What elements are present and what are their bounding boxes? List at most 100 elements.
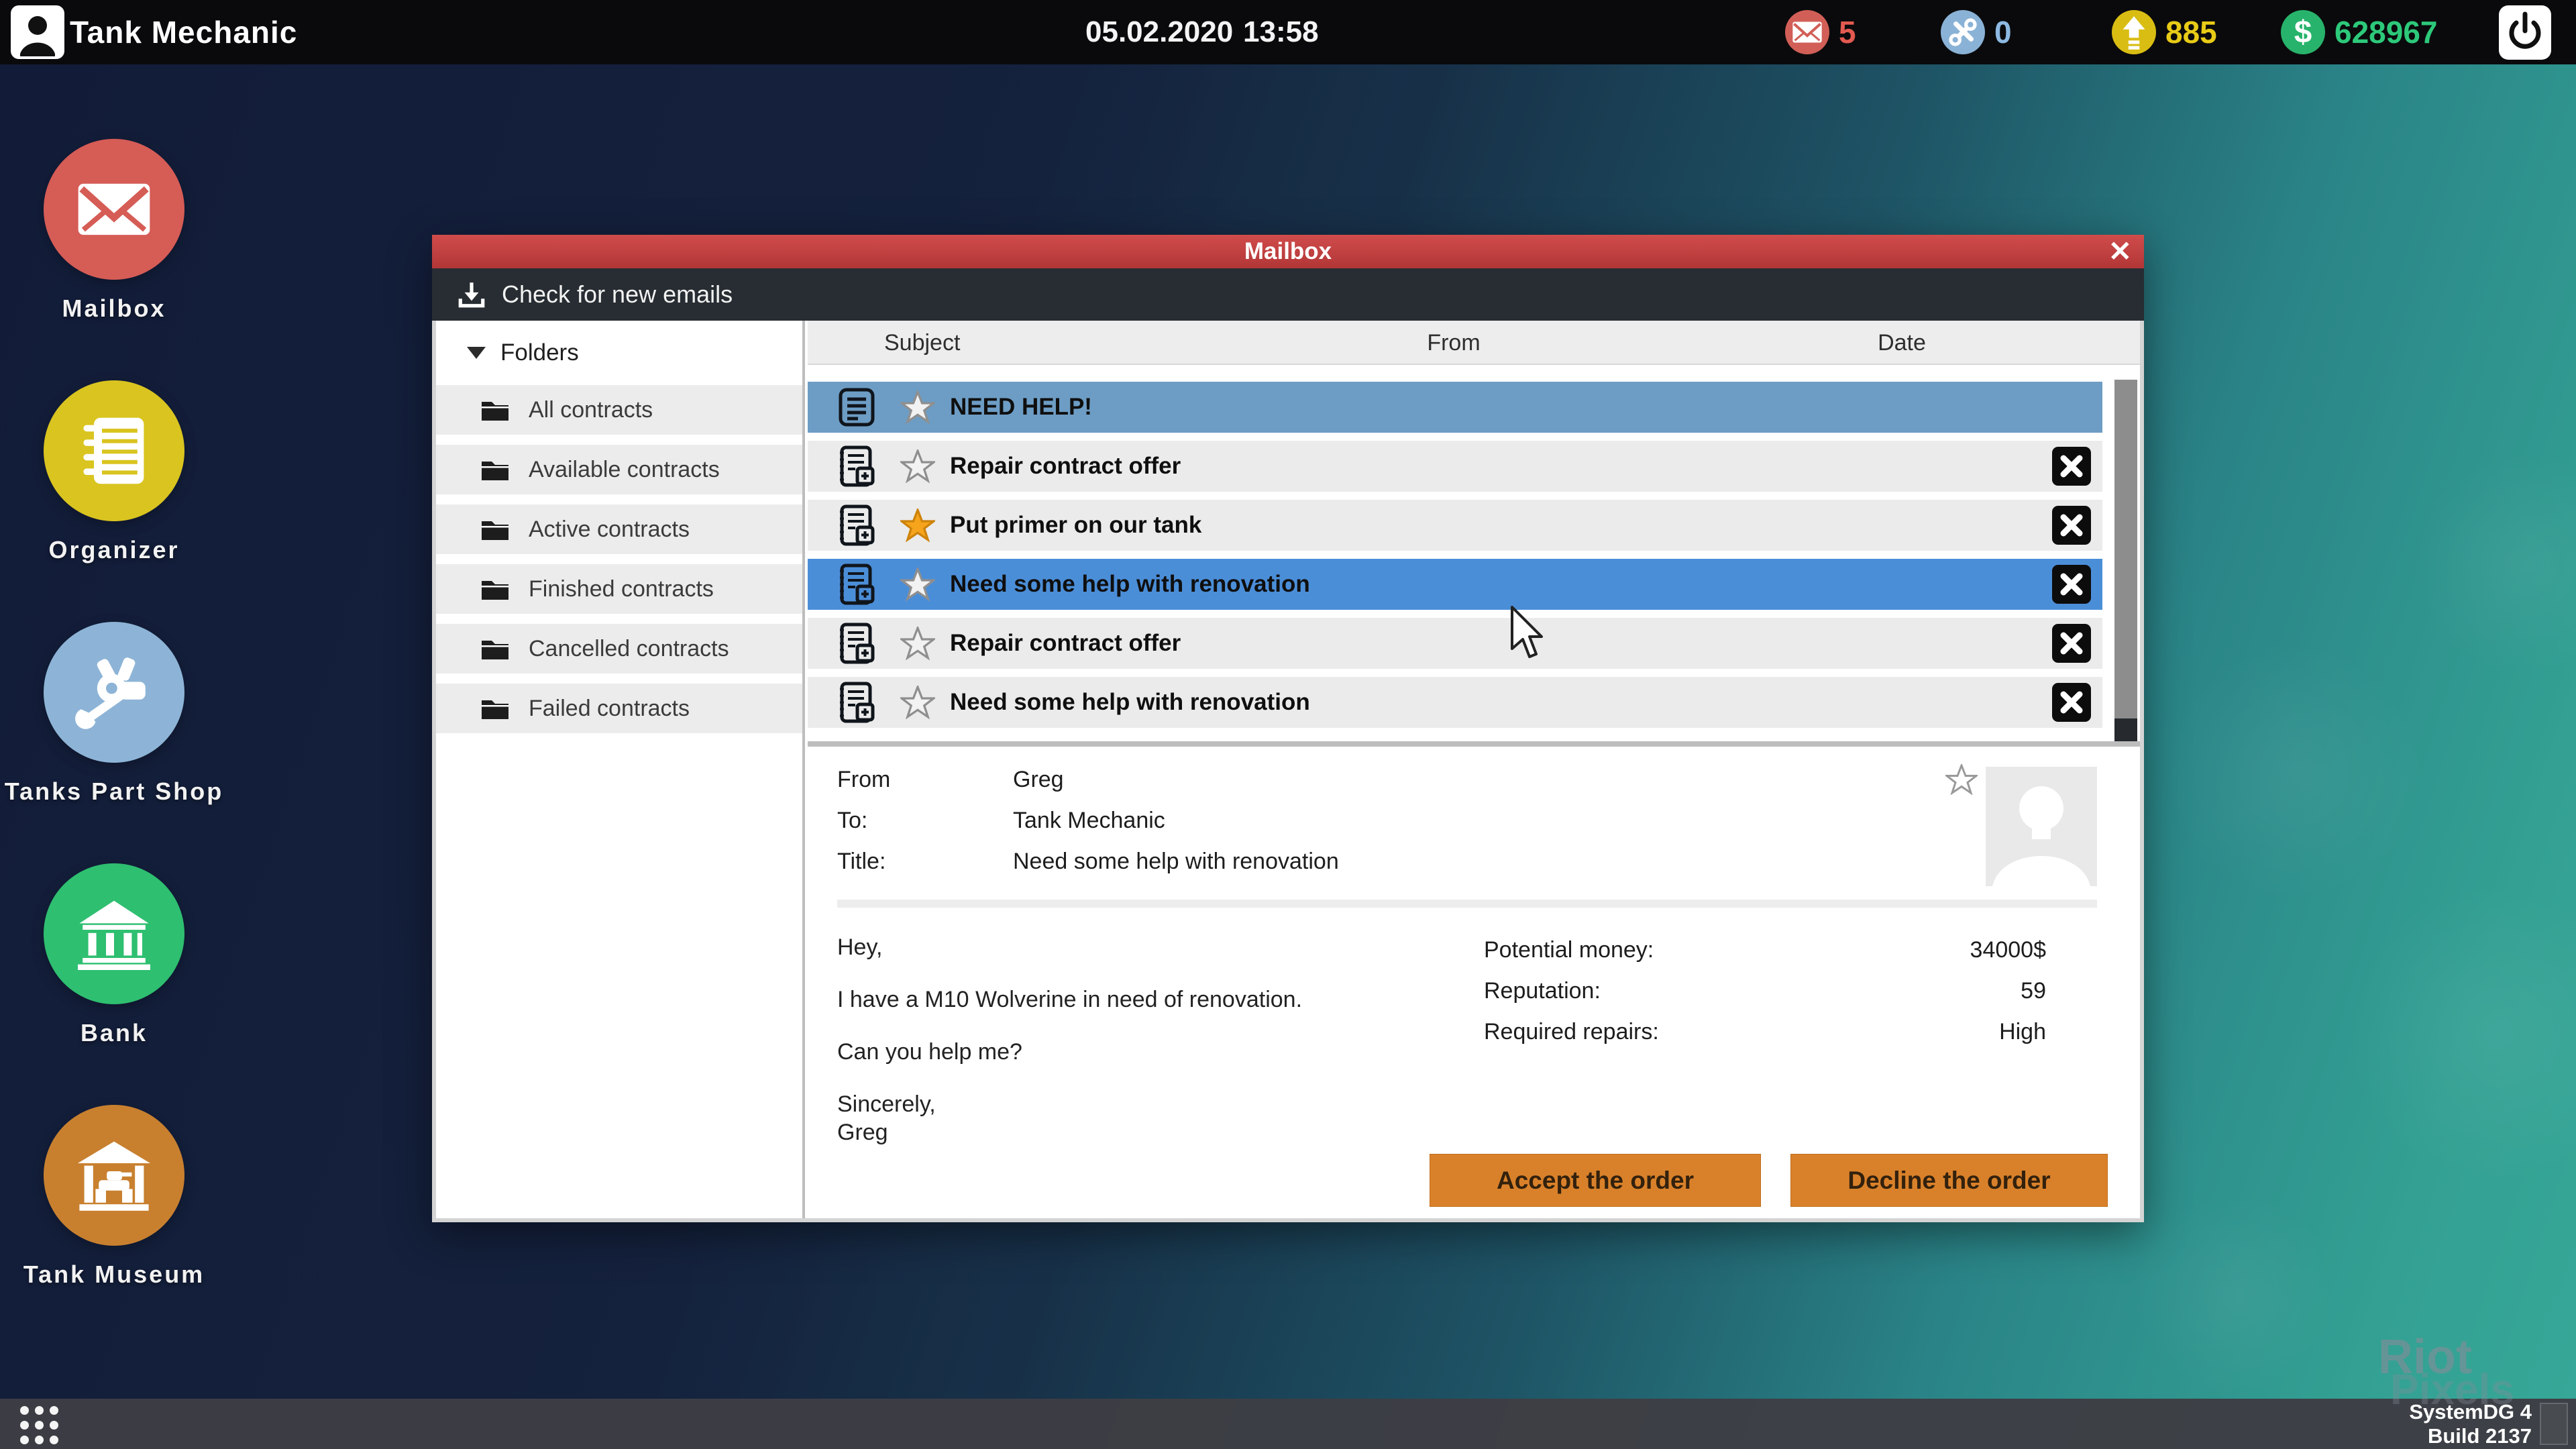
folders-header[interactable]: Folders — [436, 321, 802, 385]
download-icon — [456, 279, 487, 310]
star-toggle[interactable] — [898, 625, 937, 661]
delete-icon — [2052, 506, 2091, 545]
stat-row: Potential money: 34000$ — [1484, 937, 2046, 965]
player-avatar-icon[interactable] — [11, 5, 64, 59]
delete-email-button[interactable] — [2052, 683, 2091, 722]
power-button[interactable] — [2499, 5, 2551, 60]
chevron-down-icon — [467, 347, 486, 359]
email-row[interactable]: NEED HELP! — [808, 382, 2102, 433]
folders-panel: Folders All contracts Available contracts… — [436, 321, 805, 1218]
desktop-icon-tanks-part-shop[interactable]: Tanks Part Shop — [0, 622, 228, 806]
upgrade-counter[interactable]: 885 — [2112, 0, 2217, 64]
stat-label: Required repairs: — [1484, 1019, 1659, 1044]
repairs-counter[interactable]: 0 — [1941, 0, 2012, 64]
email-row[interactable]: Repair contract offer — [808, 618, 2102, 669]
topbar: Tank Mechanic 05.02.2020 13:58 5 0 885 $ … — [0, 0, 2576, 64]
folder-icon — [482, 581, 508, 600]
email-subject: Put primer on our tank — [950, 512, 1202, 538]
folder-item-active-contracts[interactable]: Active contracts — [436, 504, 802, 554]
contract-stats: Potential money: 34000$ Reputation: 59 Req… — [1484, 937, 2046, 1060]
folders-header-label: Folders — [500, 339, 579, 366]
email-row[interactable]: Repair contract offer — [808, 441, 2102, 492]
delete-icon — [2052, 447, 2091, 486]
desktop-icon-label: Mailbox — [62, 294, 166, 322]
close-icon[interactable]: ✕ — [2108, 235, 2132, 268]
email-body-line: Sincerely, — [837, 1091, 936, 1117]
star-icon — [898, 684, 937, 720]
upgrade-counter-value: 885 — [2165, 15, 2217, 50]
email-subject: Need some help with renovation — [950, 689, 1310, 715]
meta-label: Title: — [837, 849, 886, 874]
email-list: Subject From Date NEED HELP! Repair cont… — [808, 321, 2140, 741]
folder-item-all-contracts[interactable]: All contracts — [436, 385, 802, 435]
favorite-star-icon[interactable] — [1943, 762, 1980, 796]
window-titlebar: Mailbox ✕ — [432, 235, 2144, 268]
upgrade-icon — [2112, 10, 2156, 54]
dollar-icon: $ — [2294, 14, 2312, 50]
contract-offer-icon — [835, 563, 878, 606]
svg-text:$: $ — [2294, 14, 2312, 50]
contract-offer-icon — [840, 504, 875, 546]
star-toggle[interactable] — [898, 388, 937, 425]
folder-item-failed-contracts[interactable]: Failed contracts — [436, 684, 802, 733]
email-subject: Repair contract offer — [950, 453, 1181, 479]
desktop-icon-bank[interactable]: Bank — [0, 863, 228, 1047]
decline-order-button[interactable]: Decline the order — [1790, 1154, 2108, 1207]
star-toggle[interactable] — [898, 447, 937, 484]
stat-label: Potential money: — [1484, 937, 1654, 963]
contract-offer-icon — [840, 564, 875, 605]
delete-email-button[interactable] — [2052, 565, 2091, 604]
desktop-icon-organizer[interactable]: Organizer — [0, 380, 228, 564]
window-toolbar[interactable]: Check for new emails — [432, 268, 2144, 321]
accept-order-button[interactable]: Accept the order — [1430, 1154, 1761, 1207]
email-body-line: Hey, — [837, 934, 883, 960]
wrench-icon — [1949, 18, 1977, 46]
folder-item-cancelled-contracts[interactable]: Cancelled contracts — [436, 624, 802, 674]
desktop-icon-mailbox[interactable]: Mailbox — [0, 139, 228, 323]
email-row[interactable]: Need some help with renovation — [808, 559, 2102, 610]
star-toggle[interactable] — [898, 506, 937, 543]
window-content: Folders All contracts Available contracts… — [432, 321, 2144, 1222]
game-time: 13:58 — [1243, 15, 1319, 48]
email-body: Hey, I have a M10 Wolverine in need of re… — [837, 933, 1441, 1146]
message-icon — [835, 386, 878, 429]
desktop: { "topbar": { "title": "Tank Mechanic", … — [0, 0, 2576, 1449]
messages-counter[interactable]: 5 — [1785, 0, 1856, 64]
delete-email-button[interactable] — [2052, 506, 2091, 545]
scrollbar[interactable] — [2114, 380, 2137, 741]
app-grid-icon[interactable] — [20, 1406, 58, 1444]
email-body-line: Can you help me? — [837, 1039, 1022, 1065]
stat-label: Reputation: — [1484, 978, 1601, 1004]
column-from: From — [1427, 330, 1481, 356]
delete-email-button[interactable] — [2052, 447, 2091, 486]
folder-item-available-contracts[interactable]: Available contracts — [436, 445, 802, 494]
tray-strip[interactable] — [2540, 1403, 2568, 1445]
folder-icon — [482, 402, 508, 421]
desktop-icon-tank-museum[interactable]: Tank Museum — [0, 1105, 228, 1289]
contract-offer-icon — [835, 445, 878, 488]
email-row[interactable]: Put primer on our tank — [808, 500, 2102, 551]
contract-offer-icon — [835, 504, 878, 547]
stat-value: High — [1999, 1019, 2046, 1044]
stat-row: Required repairs: High — [1484, 1019, 2046, 1047]
email-row[interactable]: Need some help with renovation — [808, 677, 2102, 728]
star-toggle[interactable] — [898, 566, 937, 602]
contract-offer-icon — [840, 445, 875, 487]
scrollbar-thumb[interactable] — [2114, 380, 2137, 718]
game-date: 05.02.2020 — [1085, 15, 1234, 48]
delete-icon — [2052, 624, 2091, 663]
message-icon — [839, 388, 875, 427]
check-for-new-emails-button[interactable]: Check for new emails — [502, 280, 733, 309]
sender-avatar — [1986, 767, 2097, 886]
mail-panel: Subject From Date NEED HELP! Repair cont… — [808, 321, 2140, 1218]
museum-icon — [78, 1141, 150, 1211]
star-toggle[interactable] — [898, 684, 937, 720]
folder-item-finished-contracts[interactable]: Finished contracts — [436, 564, 802, 614]
desktop-icon-label: Bank — [80, 1019, 148, 1046]
desktop-icon-label: Tanks Part Shop — [4, 777, 224, 805]
stat-row: Reputation: 59 — [1484, 978, 2046, 1006]
delete-email-button[interactable] — [2052, 624, 2091, 663]
system-name: SystemDG 4 — [2409, 1400, 2532, 1424]
bank-icon — [78, 900, 150, 970]
money-counter[interactable]: $ 628967 — [2281, 0, 2438, 64]
